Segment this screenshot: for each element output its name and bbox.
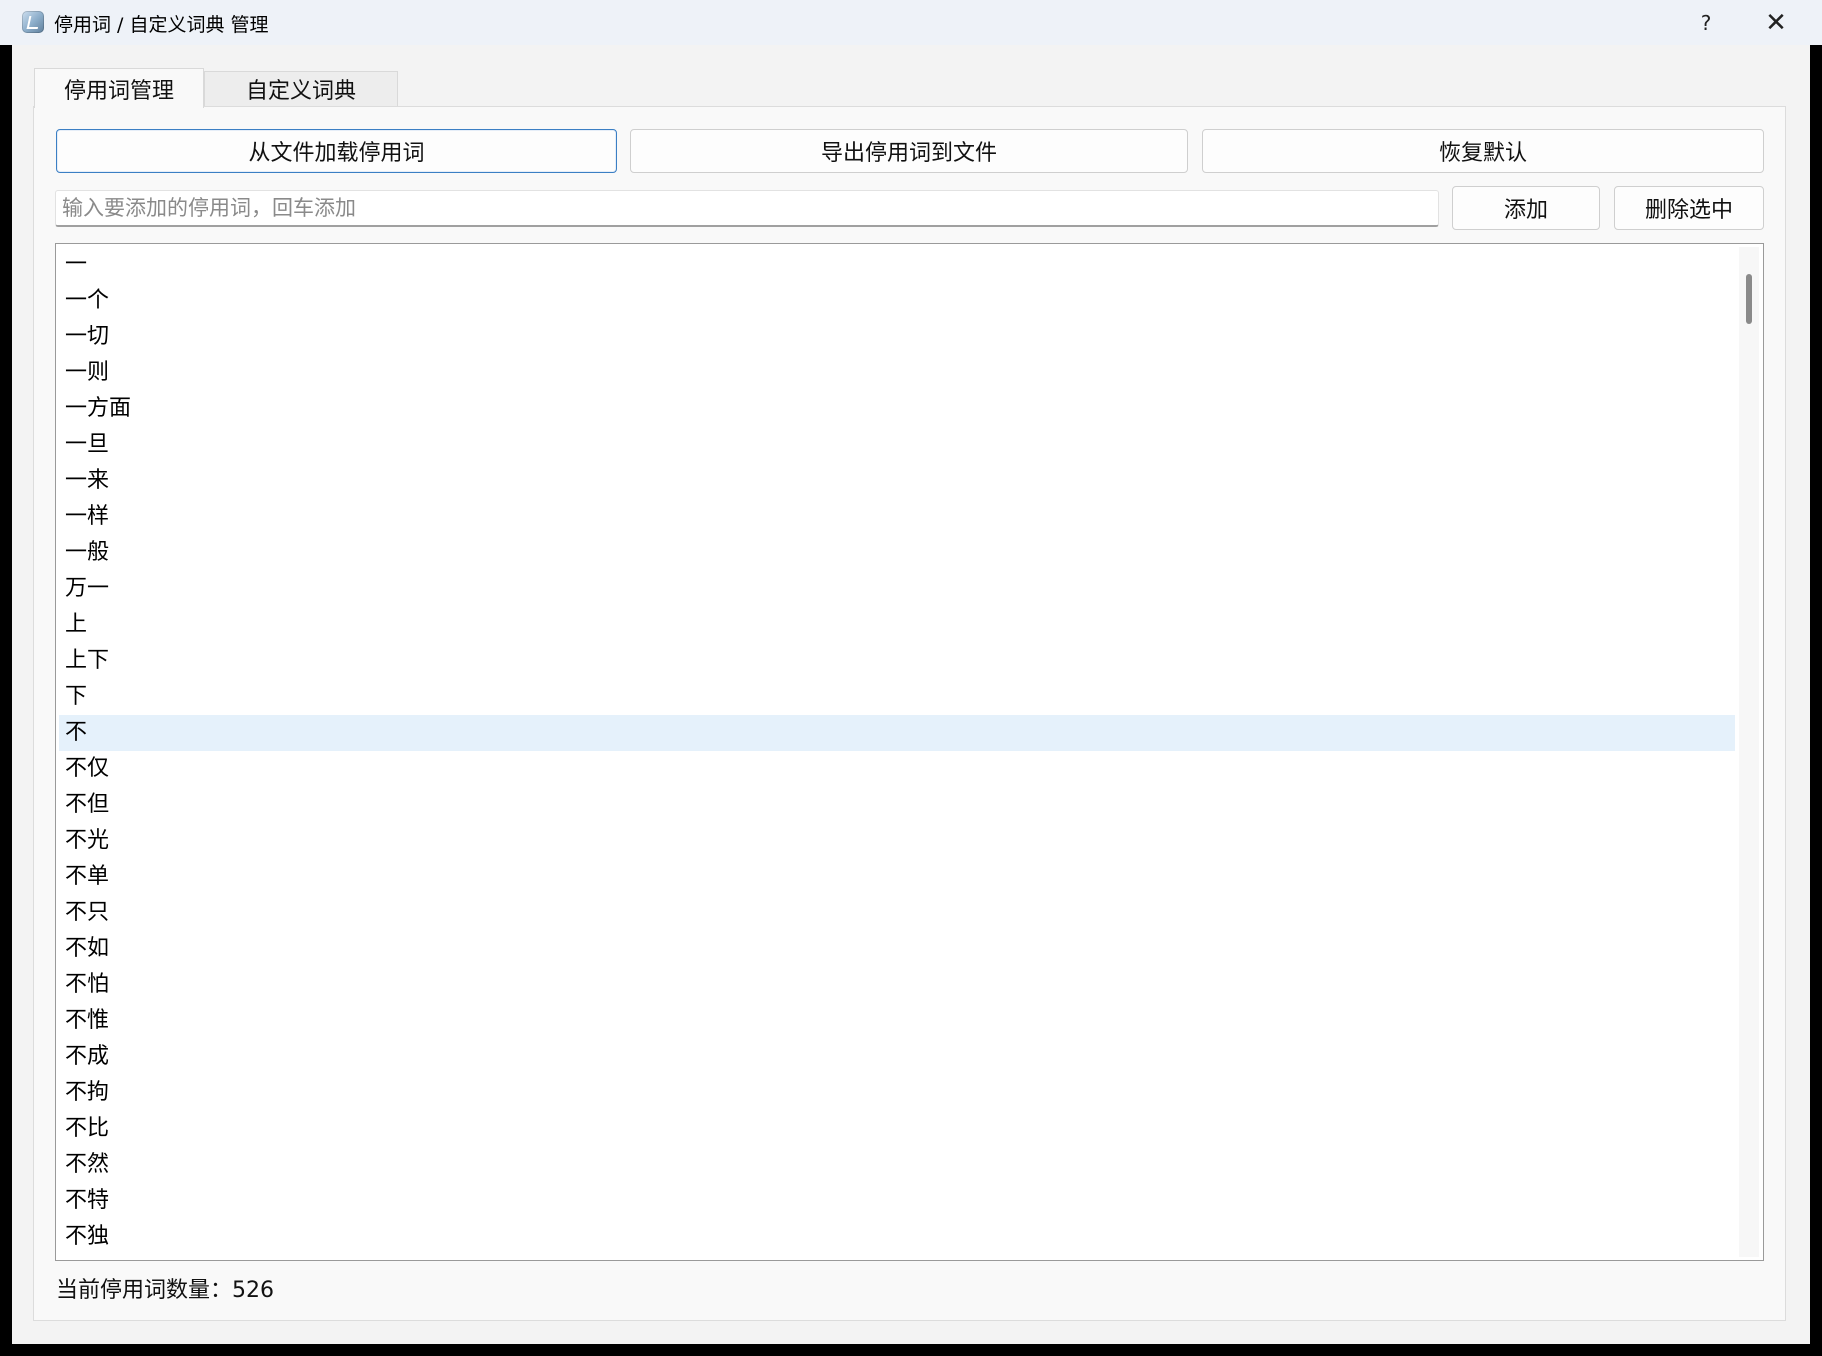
title-bar[interactable]: 停用词 / 自定义词典 管理 ? ✕ <box>0 0 1822 45</box>
list-item[interactable]: 不 <box>59 715 1735 751</box>
export-stopwords-button[interactable]: 导出停用词到文件 <box>630 129 1188 173</box>
list-item[interactable]: 一个 <box>59 283 1735 319</box>
tab-label: 自定义词典 <box>245 79 356 104</box>
list-item[interactable]: 下 <box>59 679 1735 715</box>
stopword-list-items: 一一个 一切 一则 一方面 一旦 一来 一样 一般 万一上上下下不不仅 不但 不光 不单 不只 不如 不怕不… <box>59 247 1735 1255</box>
load-stopwords-button[interactable]: 从文件加载停用词 <box>56 129 617 173</box>
list-item[interactable]: 不惟 <box>59 1003 1735 1039</box>
list-item[interactable]: 万一 <box>59 571 1735 607</box>
help-button[interactable]: ? <box>1674 0 1738 45</box>
close-icon: ✕ <box>1765 7 1787 38</box>
window-frame-left <box>0 45 12 1344</box>
dialog-window: 停用词 / 自定义词典 管理 ? ✕ 停用词管理 自定义词典 从文件加载停用词 … <box>0 0 1822 1344</box>
list-item[interactable]: 不如 <box>59 931 1735 967</box>
tab-custom-dictionary[interactable]: 自定义词典 <box>204 71 398 106</box>
vertical-scrollbar[interactable] <box>1739 247 1759 1257</box>
list-item[interactable]: 上 <box>59 607 1735 643</box>
list-item[interactable]: 不成 <box>59 1039 1735 1075</box>
list-item[interactable]: 不比 <box>59 1111 1735 1147</box>
window-frame-right <box>1810 45 1822 1344</box>
list-item[interactable]: 一则 <box>59 355 1735 391</box>
list-item[interactable]: 不然 <box>59 1147 1735 1183</box>
tab-stopword-management[interactable]: 停用词管理 <box>34 68 204 108</box>
list-item[interactable]: 不怕 <box>59 967 1735 1003</box>
list-item[interactable]: 上下 <box>59 643 1735 679</box>
list-item[interactable]: 一来 <box>59 463 1735 499</box>
close-button[interactable]: ✕ <box>1744 0 1808 45</box>
stopword-list[interactable]: 一一个 一切 一则 一方面 一旦 一来 一样 一般 万一上上下下不不仅 不但 不光 不单 不只 不如 不怕不… <box>55 243 1764 1261</box>
restore-default-button[interactable]: 恢复默认 <box>1202 129 1764 173</box>
list-item[interactable]: 不单 <box>59 859 1735 895</box>
list-item[interactable]: 不特 <box>59 1183 1735 1219</box>
app-icon <box>22 11 44 33</box>
list-item[interactable]: 一般 <box>59 535 1735 571</box>
scrollbar-thumb[interactable] <box>1746 274 1752 324</box>
list-item[interactable]: 不独 <box>59 1219 1735 1255</box>
list-item[interactable]: 不只 <box>59 895 1735 931</box>
tab-label: 停用词管理 <box>63 78 174 104</box>
stopword-input[interactable] <box>55 190 1439 227</box>
help-icon: ? <box>1700 10 1712 35</box>
list-item[interactable]: 不光 <box>59 823 1735 859</box>
delete-selected-button[interactable]: 删除选中 <box>1614 186 1764 230</box>
stopword-count-label: 当前停用词数量：526 <box>56 1278 274 1303</box>
list-item[interactable]: 一 <box>59 247 1735 283</box>
list-item[interactable]: 不拘 <box>59 1075 1735 1111</box>
list-item[interactable]: 一方面 <box>59 391 1735 427</box>
list-item[interactable]: 不但 <box>59 787 1735 823</box>
list-item[interactable]: 一切 <box>59 319 1735 355</box>
list-item[interactable]: 不仅 <box>59 751 1735 787</box>
list-item[interactable]: 一旦 <box>59 427 1735 463</box>
add-button[interactable]: 添加 <box>1452 186 1600 230</box>
list-item[interactable]: 一样 <box>59 499 1735 535</box>
window-title: 停用词 / 自定义词典 管理 <box>54 14 269 36</box>
